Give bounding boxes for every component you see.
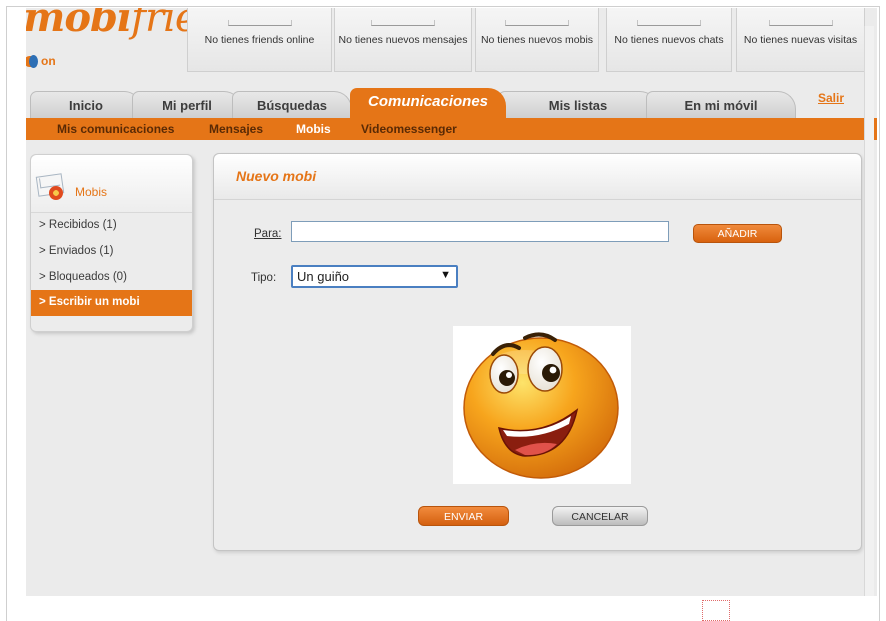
speaker-icon <box>26 54 38 68</box>
send-button[interactable]: ENVIAR <box>418 506 509 526</box>
tab-mis-listas[interactable]: Mis listas <box>498 91 658 118</box>
sidebar-title: Mobis <box>75 185 108 199</box>
main-tabs: Inicio Mi perfil Búsquedas Mis listas En… <box>26 88 877 118</box>
tab-en-mi-movil[interactable]: En mi móvil <box>646 91 796 118</box>
notification-text: No tienes nuevas visitas <box>743 34 858 46</box>
page-bottom-strip <box>26 596 877 621</box>
notification-mobis[interactable]: No tienes nuevos mobis <box>475 8 599 72</box>
compose-panel: Nuevo mobi Para: AÑADIR Tipo: Un guiño ▼ <box>213 153 862 551</box>
dropdown-arrow-icon: ▼ <box>440 269 451 281</box>
tab-mi-perfil[interactable]: Mi perfil <box>132 91 242 118</box>
type-selected-value: Un guiño <box>297 269 350 284</box>
notification-text: No tienes nuevos mobis <box>480 34 594 46</box>
vertical-scrollbar[interactable] <box>864 26 874 606</box>
focus-outline <box>702 600 730 621</box>
window-frame-top <box>6 6 880 7</box>
window-frame-right <box>879 6 880 621</box>
to-label: Para: <box>254 228 282 240</box>
friends-icon <box>227 20 292 26</box>
envelope-icon <box>371 20 435 26</box>
subnav-videomessenger[interactable]: Videomessenger <box>361 122 457 136</box>
notification-text: No tienes nuevos chats <box>614 34 724 46</box>
winking-smiley-icon <box>463 332 619 479</box>
logout-link[interactable]: Salir <box>818 91 844 105</box>
notification-messages[interactable]: No tienes nuevos mensajes <box>334 8 472 72</box>
sidebar: Mobis > Recibidos (1) > Enviados (1) > B… <box>30 154 193 332</box>
chat-icon <box>637 20 701 26</box>
mobi-icon <box>505 20 569 26</box>
notification-friends-online[interactable]: No tienes friends online <box>187 8 332 72</box>
sidebar-header: Mobis <box>31 155 192 213</box>
tab-inicio[interactable]: Inicio <box>30 91 142 118</box>
type-select[interactable]: Un guiño ▼ <box>291 265 458 288</box>
subnav-mensajes[interactable]: Mensajes <box>209 122 263 136</box>
subnav-mobis[interactable]: Mobis <box>296 122 331 136</box>
tab-busquedas[interactable]: Búsquedas <box>232 91 352 118</box>
sidebar-item-enviados[interactable]: > Enviados (1) <box>31 239 192 265</box>
sidebar-item-recibidos[interactable]: > Recibidos (1) <box>31 213 192 239</box>
subnav-mis-comunicaciones[interactable]: Mis comunicaciones <box>57 122 174 136</box>
flower-icon <box>49 186 63 200</box>
panel-header: Nuevo mobi <box>214 154 861 200</box>
to-input[interactable] <box>291 221 669 242</box>
mobi-preview <box>453 326 631 484</box>
add-button[interactable]: AÑADIR <box>693 224 782 243</box>
window-frame-left <box>6 6 7 621</box>
panel-title: Nuevo mobi <box>236 168 317 184</box>
sidebar-item-escribir[interactable]: > Escribir un mobi <box>31 290 192 316</box>
notification-text: No tienes friends online <box>204 34 315 46</box>
visits-icon <box>768 20 833 26</box>
logo-bold-text: mobi <box>26 8 132 41</box>
notification-text: No tienes nuevos mensajes <box>338 34 468 46</box>
type-label: Tipo: <box>251 272 277 284</box>
sub-navigation: Mis comunicaciones Mensajes Mobis Videom… <box>26 118 877 140</box>
notification-chats[interactable]: No tienes nuevos chats <box>606 8 732 72</box>
status-label: on <box>41 54 56 68</box>
online-status[interactable]: on <box>26 54 56 68</box>
notification-visits[interactable]: No tienes nuevas visitas <box>736 8 865 72</box>
page: mobifriends on No tienes friends online … <box>26 8 877 606</box>
cancel-button[interactable]: CANCELAR <box>552 506 648 526</box>
sidebar-item-bloqueados[interactable]: > Bloqueados (0) <box>31 265 192 291</box>
tab-comunicaciones[interactable]: Comunicaciones <box>350 88 506 118</box>
